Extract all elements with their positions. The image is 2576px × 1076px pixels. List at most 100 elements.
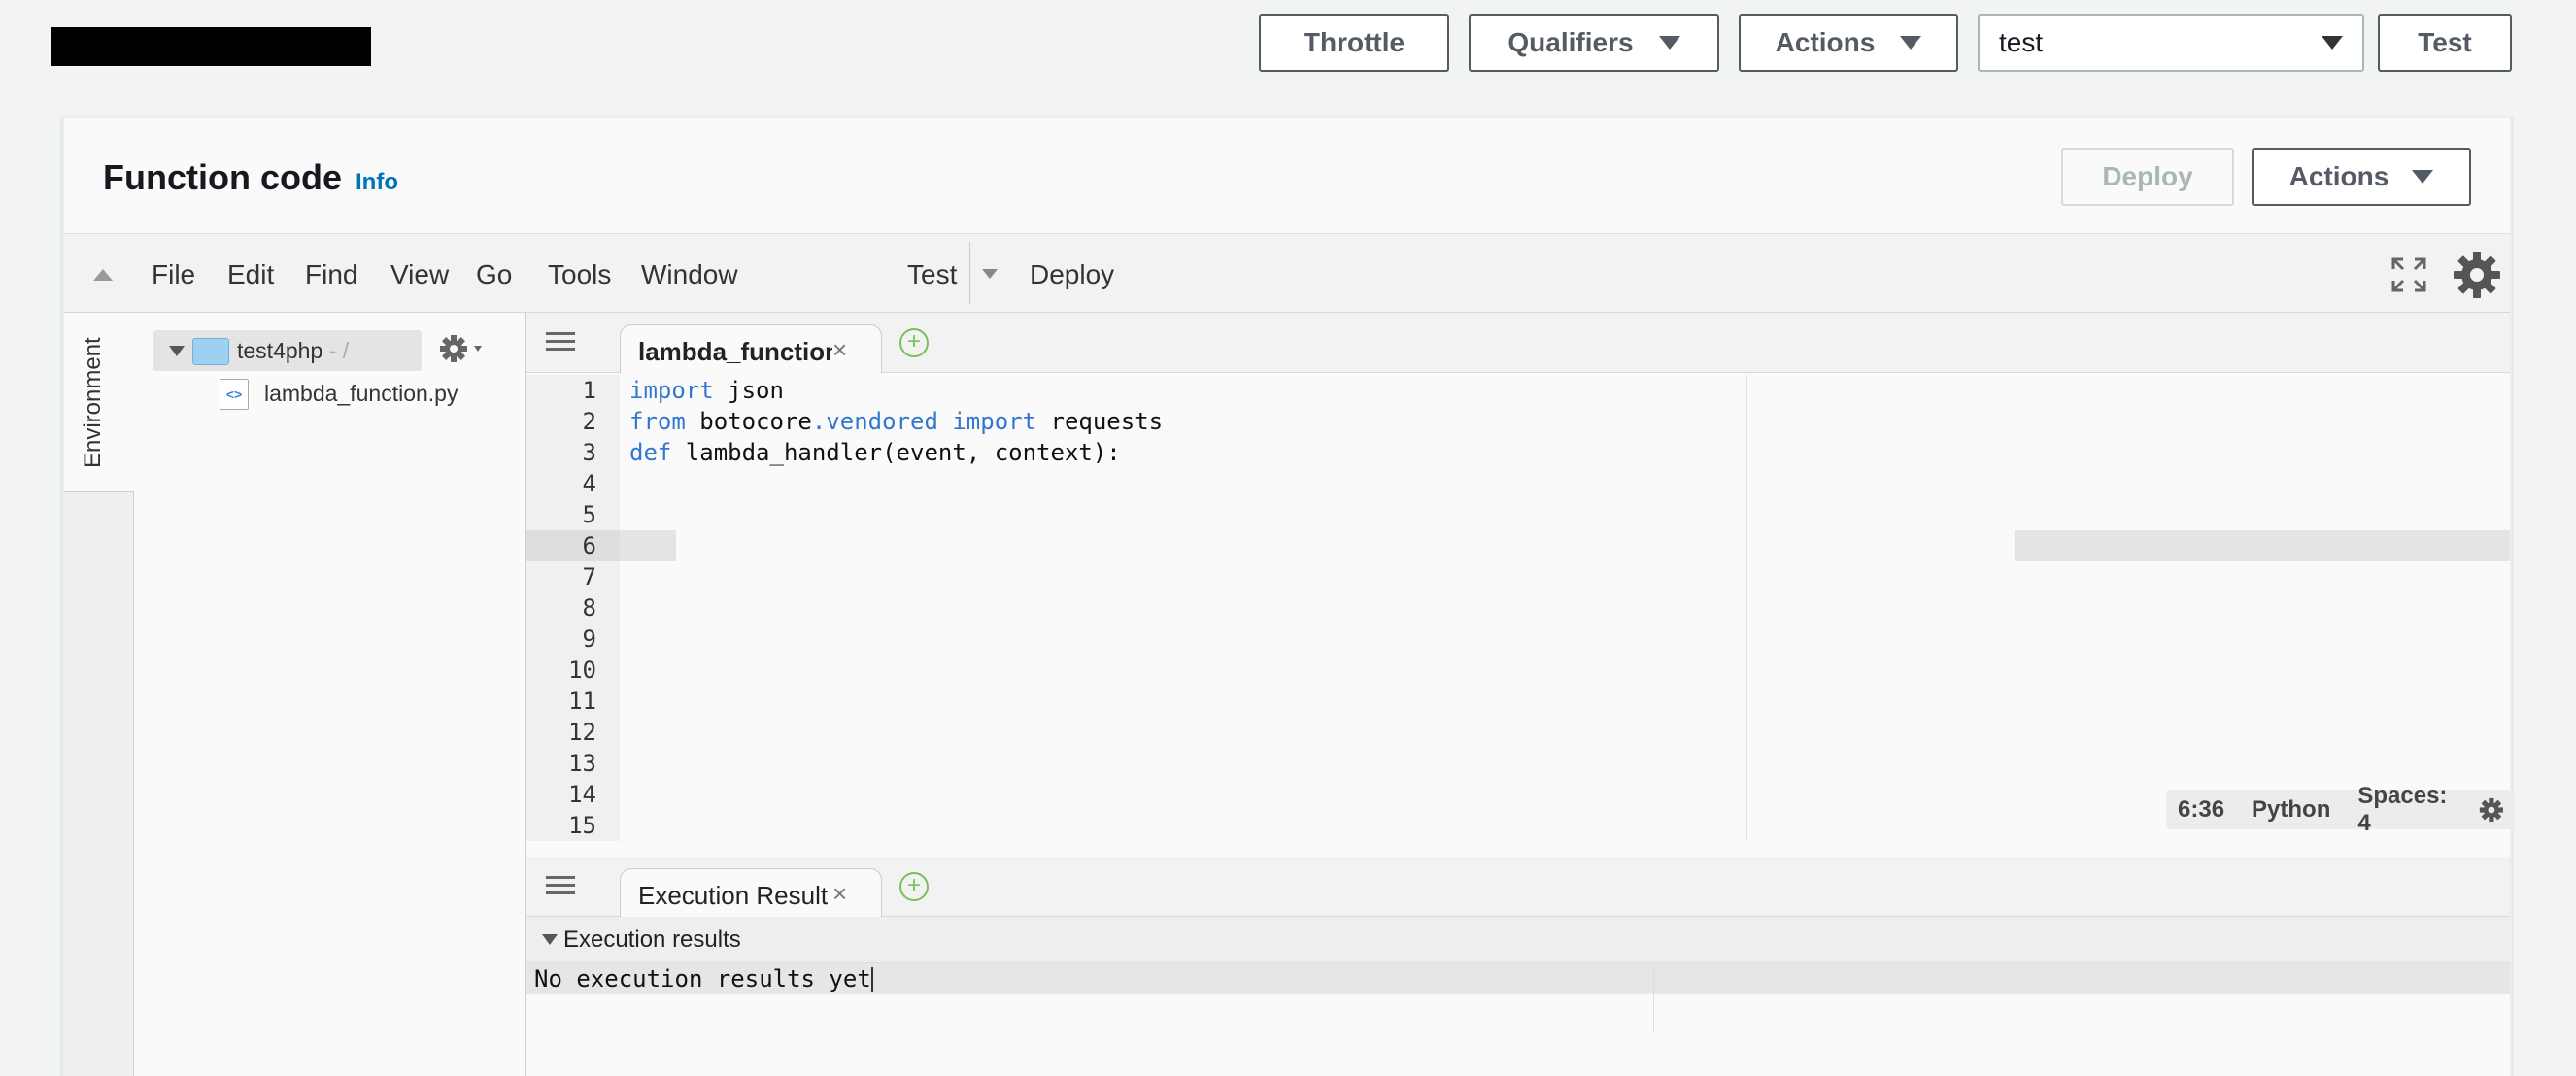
redacted-function-name <box>51 27 371 66</box>
code-line-1: import json <box>629 377 784 404</box>
print-margin <box>1746 375 1747 841</box>
test-event-select[interactable]: test <box>1978 14 2364 72</box>
code-keyword: def <box>629 439 672 466</box>
panel-actions-label: Actions <box>2288 161 2390 191</box>
info-link[interactable]: Info <box>356 169 398 196</box>
python-file-icon: <> <box>220 379 249 410</box>
test-event-selected-value: test <box>1999 27 2044 57</box>
line-number: 7 <box>582 563 596 590</box>
line-number: 13 <box>568 750 596 777</box>
code-editor[interactable]: 1 2 3 4 5 6 7 8 9 10 11 12 13 14 15 impo… <box>526 375 2516 841</box>
tab-list-icon[interactable] <box>546 876 575 897</box>
environment-sidebar: Environment <box>64 313 134 1076</box>
text-cursor <box>870 967 873 992</box>
expand-arrow-icon[interactable] <box>169 346 185 356</box>
menu-deploy[interactable]: Deploy <box>1030 259 1114 290</box>
panel-title: Function code <box>103 157 342 197</box>
qualifiers-button[interactable]: Qualifiers <box>1469 14 1719 72</box>
tree-root-path: - / <box>322 338 350 363</box>
caret-down-icon <box>2412 170 2434 184</box>
line-number: 4 <box>582 470 596 497</box>
line-number: 1 <box>582 377 596 404</box>
tab-lambda-function[interactable]: lambda_function × <box>620 324 882 373</box>
language-mode[interactable]: Python <box>2252 796 2330 824</box>
test-button-label: Test <box>2418 27 2472 57</box>
line-number: 2 <box>582 408 596 435</box>
add-tab-icon[interactable]: + <box>899 872 929 901</box>
editor-tabbar: lambda_function × + <box>526 313 2510 373</box>
caret-down-icon <box>1658 36 1680 50</box>
print-margin <box>1653 963 1654 1033</box>
menu-edit[interactable]: Edit <box>227 259 274 290</box>
throttle-button-label: Throttle <box>1303 27 1406 57</box>
qualifiers-button-label: Qualifiers <box>1508 27 1634 57</box>
test-dropdown-icon[interactable] <box>982 269 998 279</box>
settings-gear-icon[interactable] <box>2452 250 2502 300</box>
menu-find[interactable]: Find <box>305 259 357 290</box>
line-number: 3 <box>582 439 596 466</box>
tree-root-label-wrap: test4php - / <box>237 338 349 364</box>
collapse-arrow-icon[interactable] <box>542 934 558 945</box>
active-line-highlight <box>2015 530 2510 561</box>
menu-file[interactable]: File <box>152 259 195 290</box>
collapse-arrow-icon[interactable] <box>93 269 113 281</box>
editor-status-bar: 6:36 Python Spaces: 4 <box>2166 783 2516 836</box>
tree-root-folder[interactable]: test4php - / <box>153 330 422 371</box>
environment-tab[interactable]: Environment <box>64 313 134 492</box>
tab-execution-result-label: Execution Result <box>638 881 829 910</box>
menu-test[interactable]: Test <box>907 259 957 290</box>
execution-results-title: Execution results <box>563 926 741 953</box>
add-tab-icon[interactable]: + <box>899 328 929 357</box>
line-number: 14 <box>568 781 596 808</box>
fullscreen-icon[interactable] <box>2390 255 2428 294</box>
indent-spaces[interactable]: Spaces: 4 <box>2357 783 2451 837</box>
execution-output[interactable]: No execution results yet <box>526 963 2510 1076</box>
close-icon[interactable]: × <box>832 335 847 365</box>
function-code-panel: Function code Info Deploy Actions File E… <box>62 117 2516 1076</box>
deploy-button-label: Deploy <box>2102 161 2193 191</box>
environment-tab-label: Environment <box>80 337 106 468</box>
menu-window[interactable]: Window <box>641 259 738 290</box>
actions-button-label: Actions <box>1775 27 1876 57</box>
code-keyword: import <box>629 377 714 404</box>
caret-down-icon <box>1900 36 1922 50</box>
folder-icon <box>192 338 229 365</box>
tab-lambda-function-label: lambda_function <box>638 337 832 366</box>
line-number: 6 <box>582 532 596 559</box>
menu-go[interactable]: Go <box>476 259 512 290</box>
test-button[interactable]: Test <box>2378 14 2512 72</box>
execution-results-header[interactable]: Execution results <box>526 917 2510 963</box>
tree-file-lambda-function[interactable]: lambda_function.py <box>264 381 458 407</box>
caret-down-icon <box>2322 36 2343 50</box>
active-line-highlight <box>620 530 676 561</box>
line-number: 10 <box>568 656 596 684</box>
panel-actions-button[interactable]: Actions <box>2252 148 2471 206</box>
deploy-button[interactable]: Deploy <box>2061 148 2234 206</box>
line-number: 11 <box>568 688 596 715</box>
menu-separator <box>969 242 970 304</box>
tree-root-name: test4php <box>237 338 323 363</box>
tab-execution-result[interactable]: Execution Result × <box>620 868 882 917</box>
line-gutter: 1 2 3 4 5 6 7 8 9 10 11 12 13 14 15 <box>526 375 620 841</box>
actions-button[interactable]: Actions <box>1739 14 1958 72</box>
code-line-2: from botocore.vendored import requests <box>629 408 1164 435</box>
file-tree: test4php - / <> lambda_function.py <box>134 313 526 1076</box>
close-icon[interactable]: × <box>832 879 847 909</box>
menu-tools[interactable]: Tools <box>548 259 611 290</box>
line-number: 8 <box>582 594 596 622</box>
tab-list-icon[interactable] <box>546 332 575 353</box>
line-number: 15 <box>568 812 596 839</box>
code-line-3: def lambda_handler(event, context): <box>629 439 1121 466</box>
cursor-position[interactable]: 6:36 <box>2178 796 2224 824</box>
code-keyword: from <box>629 408 686 435</box>
editor-settings-gear-icon[interactable] <box>2479 795 2504 824</box>
throttle-button[interactable]: Throttle <box>1259 14 1449 72</box>
tree-settings-gear-icon[interactable] <box>439 334 488 363</box>
ide-menubar: File Edit Find View Go Tools Window Test… <box>64 233 2510 313</box>
line-number: 12 <box>568 719 596 746</box>
execution-output-text: No execution results yet <box>534 965 871 992</box>
result-tabbar: Execution Result × + <box>526 857 2510 917</box>
line-number: 5 <box>582 501 596 528</box>
menu-view[interactable]: View <box>390 259 449 290</box>
execution-output-wrap: No execution results yet <box>534 965 873 992</box>
